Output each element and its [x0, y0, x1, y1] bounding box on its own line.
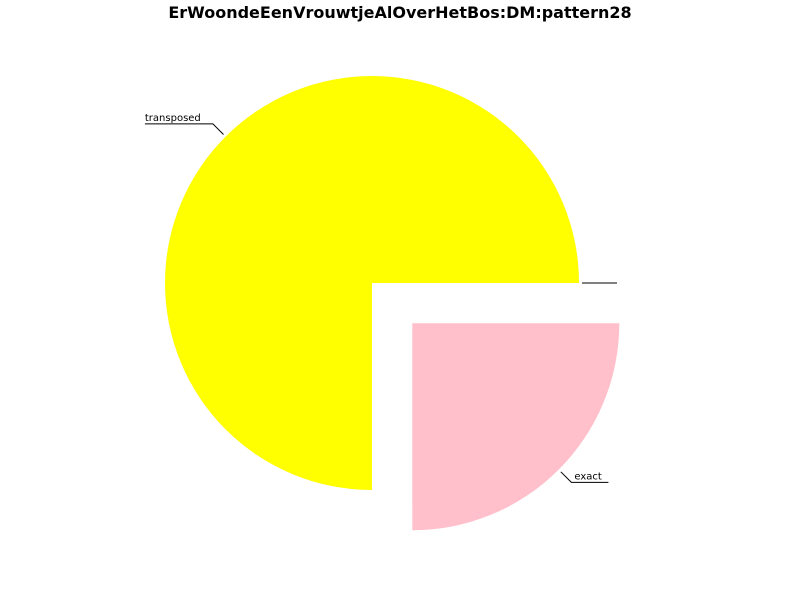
- leader-line-transposed: [144, 123, 224, 135]
- pie-chart: transposed exact: [144, 76, 620, 531]
- pie-slice-exact: [412, 323, 620, 531]
- slice-label-exact: exact: [574, 471, 602, 482]
- slice-label-transposed: transposed: [145, 113, 201, 124]
